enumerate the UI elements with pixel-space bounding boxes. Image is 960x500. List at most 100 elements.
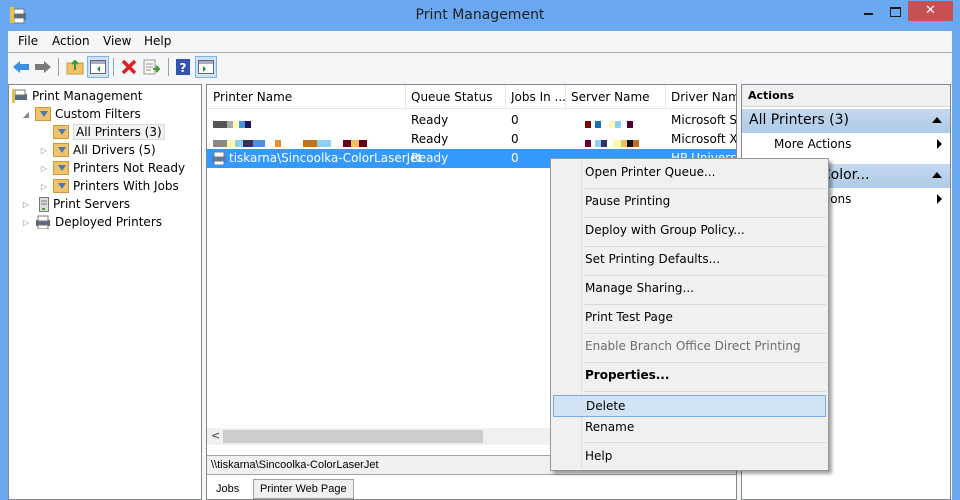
menu-item-rename[interactable]: Rename bbox=[553, 417, 826, 439]
menu-separator bbox=[583, 333, 826, 334]
menu-item-deploy-group-policy[interactable]: Deploy with Group Policy... bbox=[553, 220, 826, 242]
expand-arrow-icon[interactable]: ▷ bbox=[39, 182, 49, 191]
printer-icon bbox=[36, 215, 50, 229]
toolbar-separator bbox=[113, 58, 114, 76]
table-row[interactable]: Ready 0 Microsoft XP bbox=[207, 130, 736, 149]
menu-item-set-printing-defaults[interactable]: Set Printing Defaults... bbox=[553, 249, 826, 271]
column-divider[interactable] bbox=[505, 85, 506, 109]
console-tree: Print Management ◢ Custom Filters All Pr… bbox=[8, 84, 202, 500]
title-bar: Print Management ✕ bbox=[0, 0, 960, 31]
menu-item-manage-sharing[interactable]: Manage Sharing... bbox=[553, 278, 826, 300]
toolbar-separator bbox=[168, 58, 169, 76]
column-printer-name[interactable]: Printer Name bbox=[213, 90, 403, 104]
tree-item-all-printers[interactable]: All Printers (3) bbox=[53, 123, 165, 141]
tab-jobs[interactable]: Jobs bbox=[209, 479, 247, 499]
menu-separator bbox=[583, 442, 826, 443]
action-more-actions[interactable]: More Actions bbox=[742, 133, 950, 155]
menu-separator bbox=[583, 362, 826, 363]
menu-action[interactable]: Action bbox=[52, 34, 90, 48]
toolbar-separator bbox=[58, 58, 59, 76]
expand-arrow-icon[interactable]: ▷ bbox=[21, 200, 31, 209]
expand-arrow-icon[interactable]: ▷ bbox=[21, 218, 31, 227]
jobs-count: 0 bbox=[511, 132, 519, 146]
forward-arrow-icon bbox=[35, 61, 51, 73]
driver-name: Microsoft XP bbox=[671, 132, 736, 146]
tree-item-deployed-printers[interactable]: ▷ Deployed Printers bbox=[21, 213, 162, 231]
menu-view[interactable]: View bbox=[103, 34, 131, 48]
menu-item-pause-printing[interactable]: Pause Printing bbox=[553, 191, 826, 213]
collapse-caret-icon[interactable] bbox=[932, 117, 942, 123]
column-divider[interactable] bbox=[405, 85, 406, 109]
group-title: All Printers (3) bbox=[749, 112, 849, 128]
queue-status: Ready bbox=[411, 113, 449, 127]
column-divider[interactable] bbox=[665, 85, 666, 109]
redacted-printer-name bbox=[213, 117, 251, 131]
tree-item-printers-with-jobs[interactable]: ▷ Printers With Jobs bbox=[39, 177, 179, 195]
menu-help[interactable]: Help bbox=[144, 34, 171, 48]
filter-folder-icon bbox=[53, 161, 69, 175]
menu-bar: File Action View Help bbox=[8, 31, 952, 53]
help-question-icon: ? bbox=[176, 59, 190, 75]
menu-item-open-printer-queue[interactable]: Open Printer Queue... bbox=[553, 162, 826, 184]
delete-x-icon bbox=[121, 59, 137, 75]
menu-separator bbox=[583, 275, 826, 276]
driver-name: Microsoft Sh bbox=[671, 113, 736, 127]
printer-icon bbox=[212, 151, 226, 165]
column-queue-status[interactable]: Queue Status bbox=[411, 90, 505, 104]
action-label: More Actions bbox=[774, 137, 852, 151]
console-tree-icon bbox=[90, 60, 106, 74]
actions-header: Actions bbox=[742, 85, 950, 107]
help-button[interactable]: ? bbox=[172, 56, 194, 78]
redacted-server-name bbox=[585, 117, 633, 131]
menu-item-print-test-page[interactable]: Print Test Page bbox=[553, 307, 826, 329]
tree-item-custom-filters[interactable]: ◢ Custom Filters bbox=[21, 105, 141, 123]
forward-button[interactable] bbox=[32, 56, 54, 78]
menu-item-enable-branch-office: Enable Branch Office Direct Printing bbox=[585, 339, 801, 353]
table-row[interactable]: Ready 0 Microsoft Sh bbox=[207, 111, 736, 130]
menu-file[interactable]: File bbox=[18, 34, 38, 48]
tree-item-print-management[interactable]: Print Management bbox=[12, 87, 142, 105]
export-list-button[interactable] bbox=[141, 56, 163, 78]
back-button[interactable] bbox=[10, 56, 32, 78]
redacted-server-name bbox=[585, 136, 639, 150]
expand-arrow-icon[interactable]: ▷ bbox=[39, 164, 49, 173]
tree-item-printers-not-ready[interactable]: ▷ Printers Not Ready bbox=[39, 159, 185, 177]
show-hide-action-pane-button[interactable] bbox=[195, 56, 217, 78]
delete-button[interactable] bbox=[118, 56, 140, 78]
filter-folder-icon bbox=[53, 125, 69, 139]
back-arrow-icon bbox=[13, 61, 29, 73]
collapse-arrow-icon[interactable]: ◢ bbox=[21, 110, 31, 119]
menu-item-delete[interactable]: Delete bbox=[553, 395, 826, 417]
actions-group-all-printers[interactable]: All Printers (3) bbox=[742, 109, 950, 133]
column-divider[interactable] bbox=[565, 85, 566, 109]
list-header: Printer Name Queue Status Jobs In ... Se… bbox=[207, 85, 736, 109]
scrollbar-thumb[interactable] bbox=[223, 430, 483, 443]
expand-arrow-icon[interactable]: ▷ bbox=[39, 146, 49, 155]
collapse-caret-icon[interactable] bbox=[932, 172, 942, 178]
up-one-level-button[interactable] bbox=[64, 56, 86, 78]
tree-item-all-drivers[interactable]: ▷ All Drivers (5) bbox=[39, 141, 156, 159]
show-hide-console-tree-button[interactable] bbox=[87, 56, 109, 78]
jobs-count: 0 bbox=[511, 113, 519, 127]
tree-item-print-servers[interactable]: ▷ Print Servers bbox=[21, 195, 130, 213]
column-driver-name[interactable]: Driver Name bbox=[671, 90, 736, 104]
menu-separator bbox=[583, 391, 826, 392]
filter-folder-icon bbox=[53, 143, 69, 157]
minimize-button[interactable] bbox=[858, 1, 888, 21]
menu-item-properties[interactable]: Properties... bbox=[553, 365, 826, 387]
filter-folder-icon bbox=[35, 107, 51, 121]
printer-name: tiskarna\Sincoolka-ColorLaserJet bbox=[229, 151, 423, 165]
submenu-arrow-icon bbox=[937, 139, 942, 149]
menu-separator bbox=[583, 304, 826, 305]
scroll-left-arrow-icon[interactable]: < bbox=[211, 429, 220, 442]
folder-up-icon bbox=[66, 59, 84, 75]
column-server-name[interactable]: Server Name bbox=[571, 90, 665, 104]
action-pane-icon bbox=[198, 60, 214, 74]
menu-separator bbox=[583, 246, 826, 247]
close-button[interactable]: ✕ bbox=[908, 1, 953, 21]
queue-status: Ready bbox=[411, 151, 449, 165]
column-jobs-in-queue[interactable]: Jobs In ... bbox=[511, 90, 565, 104]
tab-printer-web-page[interactable]: Printer Web Page bbox=[253, 479, 354, 499]
menu-item-help[interactable]: Help bbox=[553, 446, 826, 468]
export-list-icon bbox=[143, 59, 161, 75]
